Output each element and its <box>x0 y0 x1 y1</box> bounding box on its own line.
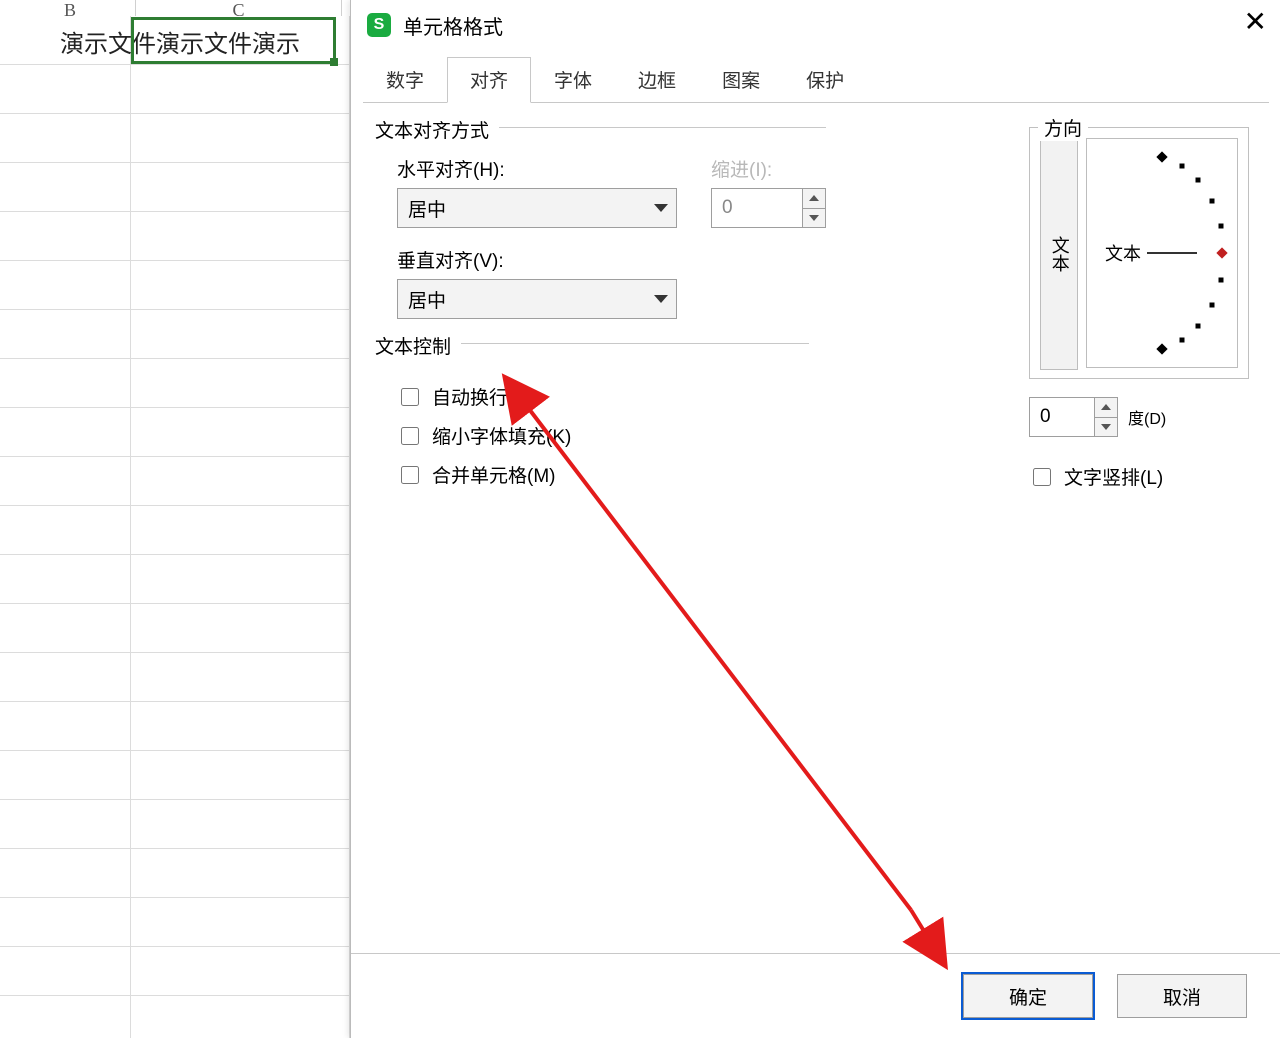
v-align-value: 居中 <box>408 286 446 313</box>
tab-protect[interactable]: 保护 <box>783 57 867 103</box>
indent-input[interactable] <box>711 188 802 228</box>
shrink-checkbox-input[interactable] <box>401 427 419 445</box>
dial-indicator-line <box>1147 252 1197 254</box>
h-align-dropdown[interactable]: 居中 <box>397 188 677 228</box>
indent-up-button[interactable] <box>802 188 826 209</box>
tab-pattern[interactable]: 图案 <box>699 57 783 103</box>
vertical-layout-checkbox-input[interactable] <box>1033 468 1051 486</box>
merge-checkbox-label: 合并单元格(M) <box>432 461 555 488</box>
h-align-label: 水平对齐(H): <box>397 155 677 182</box>
tab-font[interactable]: 字体 <box>531 57 615 103</box>
v-align-dropdown[interactable]: 居中 <box>397 279 677 319</box>
dialog-titlebar[interactable]: S 单元格格式 ✕ <box>351 0 1280 50</box>
h-align-value: 居中 <box>408 195 446 222</box>
cancel-button[interactable]: 取消 <box>1117 974 1247 1018</box>
tab-border[interactable]: 边框 <box>615 57 699 103</box>
orientation-frame: 方向 文本 文本 <box>1029 127 1249 379</box>
fill-handle[interactable] <box>330 58 338 66</box>
active-cell-border[interactable] <box>131 17 336 64</box>
chevron-up-icon <box>809 195 819 201</box>
alignment-panel: 文本对齐方式 水平对齐(H): 居中 缩进(I): <box>351 103 1280 548</box>
orientation-legend: 方向 <box>1038 114 1088 141</box>
dialog-title: 单元格格式 <box>403 11 503 40</box>
tab-number[interactable]: 数字 <box>363 57 447 103</box>
chevron-down-icon <box>809 215 819 221</box>
shrink-checkbox[interactable]: 缩小字体填充(K) <box>397 422 809 449</box>
tab-bar: 数字 对齐 字体 边框 图案 保护 <box>363 56 1269 103</box>
vertical-layout-checkbox-label: 文字竖排(L) <box>1064 463 1163 490</box>
wrap-checkbox-label: 自动换行(W) <box>432 383 539 410</box>
chevron-down-icon <box>654 295 668 303</box>
column-header-c[interactable]: C <box>136 0 342 16</box>
vertical-text-button[interactable]: 文本 <box>1040 138 1078 370</box>
shrink-checkbox-label: 缩小字体填充(K) <box>432 422 571 449</box>
ok-button[interactable]: 确定 <box>963 974 1093 1018</box>
degree-up-button[interactable] <box>1094 397 1118 418</box>
column-header-b[interactable]: B <box>0 0 136 16</box>
tab-alignment[interactable]: 对齐 <box>447 57 531 103</box>
dialog-footer: 确定 取消 <box>351 953 1280 1038</box>
cell-format-dialog: S 单元格格式 ✕ 数字 对齐 字体 边框 图案 保护 文本对齐方式 水平对齐(… <box>350 0 1280 1038</box>
wrap-checkbox[interactable]: 自动换行(W) <box>397 383 809 410</box>
text-align-legend: 文本对齐方式 <box>375 116 499 143</box>
vertical-layout-checkbox[interactable]: 文字竖排(L) <box>1029 463 1249 490</box>
close-icon[interactable]: ✕ <box>1244 8 1267 36</box>
v-align-label: 垂直对齐(V): <box>397 246 826 273</box>
wrap-checkbox-input[interactable] <box>401 388 419 406</box>
dial-text-label: 文本 <box>1105 240 1141 266</box>
app-icon: S <box>367 13 391 37</box>
indent-down-button[interactable] <box>802 209 826 229</box>
degree-label: 度(D) <box>1128 405 1166 429</box>
spreadsheet-background: B C 演示文件演示文件演示 <box>0 0 350 1038</box>
sheet-grid[interactable] <box>0 16 350 1038</box>
chevron-down-icon <box>654 204 668 212</box>
text-control-legend: 文本控制 <box>375 332 461 359</box>
degree-down-button[interactable] <box>1094 418 1118 438</box>
chevron-up-icon <box>1101 404 1111 410</box>
degree-input[interactable] <box>1029 397 1094 437</box>
dial-handle[interactable] <box>1216 247 1227 258</box>
merge-checkbox-input[interactable] <box>401 466 419 484</box>
indent-label: 缩进(I): <box>711 155 826 182</box>
chevron-down-icon <box>1101 424 1111 430</box>
merge-checkbox[interactable]: 合并单元格(M) <box>397 461 809 488</box>
column-headers: B C <box>0 0 350 16</box>
orientation-dial[interactable]: 文本 <box>1086 138 1238 368</box>
